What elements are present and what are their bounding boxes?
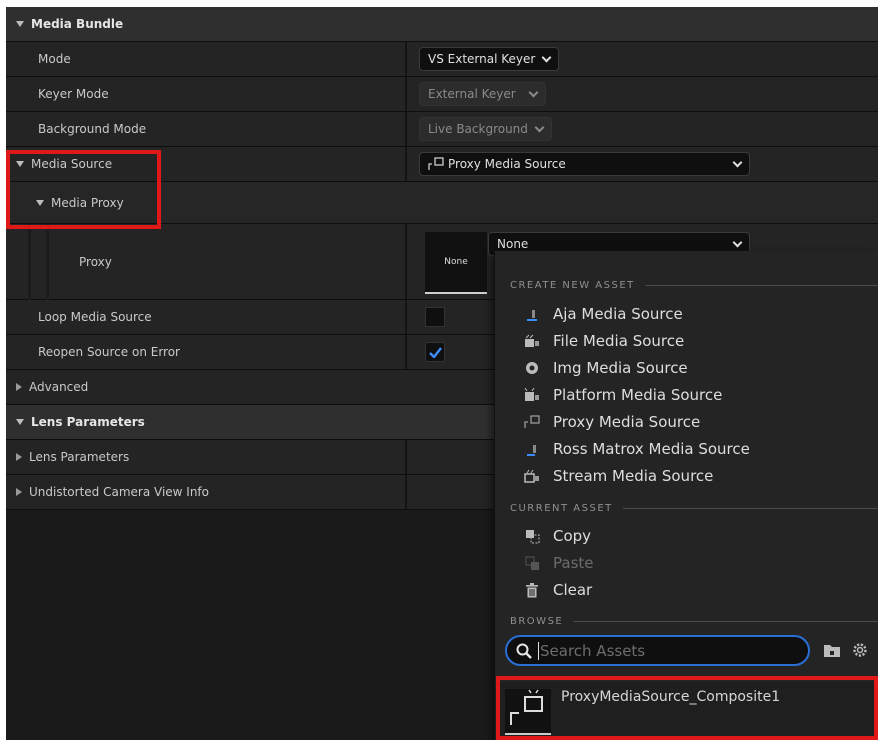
property-row-keyer-mode: Keyer Mode External Keyer [6,77,878,112]
img-source-icon [523,359,541,377]
chevron-down-icon [528,87,539,97]
expand-arrow-icon [16,488,22,496]
background-mode-dropdown: Live Background [419,117,552,141]
property-label: Advanced [29,380,89,394]
property-label: Lens Parameters [29,450,130,464]
menu-item-proxy-media-source[interactable]: Proxy Media Source [523,409,700,435]
menu-item-ross-matrox-media-source[interactable]: Ross Matrox Media Source [523,436,750,462]
checkmark-icon [429,347,442,358]
chevron-down-icon [732,237,743,247]
chevron-down-icon [541,52,552,62]
keyer-mode-dropdown: External Keyer [419,82,546,106]
search-assets-input[interactable]: Search Assets [505,635,810,666]
category-title: Lens Parameters [31,415,145,429]
proxy-source-icon [523,413,541,431]
property-label: Mode [38,52,71,66]
property-label: Loop Media Source [38,310,152,324]
search-placeholder: Search Assets [540,641,646,660]
highlight-box-result [496,676,878,740]
category-title: Media Bundle [31,17,124,31]
property-label: Reopen Source on Error [38,345,180,359]
category-media-bundle[interactable]: Media Bundle [6,7,878,42]
expand-arrow-icon [16,419,24,425]
proxy-source-icon [428,157,444,170]
proxy-thumbnail[interactable]: None [425,232,487,294]
settings-gear-icon[interactable] [851,641,869,659]
section-header-create: CREATE NEW ASSET [510,278,878,292]
menu-item-aja-media-source[interactable]: Aja Media Source [523,301,683,327]
folder-icon[interactable] [823,643,841,658]
media-source-dropdown[interactable]: Proxy Media Source [419,152,750,176]
property-label: Keyer Mode [38,87,109,101]
expand-arrow-icon [16,21,24,27]
mode-dropdown[interactable]: VS External Keyer [419,47,560,71]
menu-item-platform-media-source[interactable]: Platform Media Source [523,382,722,408]
highlight-box-media-source [6,150,161,229]
menu-item-clear[interactable]: Clear [523,577,592,603]
platform-source-icon [523,386,541,404]
section-header-current: CURRENT ASSET [510,501,878,515]
property-label: Undistorted Camera View Info [29,485,209,499]
trash-icon [523,581,541,599]
property-label: Background Mode [38,122,147,136]
copy-icon [523,527,541,545]
loop-media-source-checkbox[interactable] [425,307,445,327]
menu-item-file-media-source[interactable]: File Media Source [523,328,684,354]
menu-item-stream-media-source[interactable]: Stream Media Source [523,463,713,489]
property-row-mode: Mode VS External Keyer [6,42,878,77]
expand-arrow-icon [16,453,22,461]
property-label: Proxy [79,254,112,269]
chevron-down-icon [732,157,743,167]
paste-icon [523,554,541,572]
section-header-browse: BROWSE [510,614,878,628]
chevron-down-icon [534,122,545,132]
asset-picker-menu: CREATE NEW ASSET Aja Media Source File M… [494,251,878,740]
stream-source-icon [523,467,541,485]
menu-item-img-media-source[interactable]: Img Media Source [523,355,688,381]
expand-arrow-icon [16,383,22,391]
reopen-source-checkbox[interactable] [425,342,445,362]
file-source-icon [523,332,541,350]
property-row-background-mode: Background Mode Live Background [6,112,878,147]
aja-source-icon [523,305,541,323]
menu-item-paste: Paste [523,550,594,576]
menu-item-copy[interactable]: Copy [523,523,591,549]
search-icon [516,643,532,659]
ross-source-icon [523,440,541,458]
